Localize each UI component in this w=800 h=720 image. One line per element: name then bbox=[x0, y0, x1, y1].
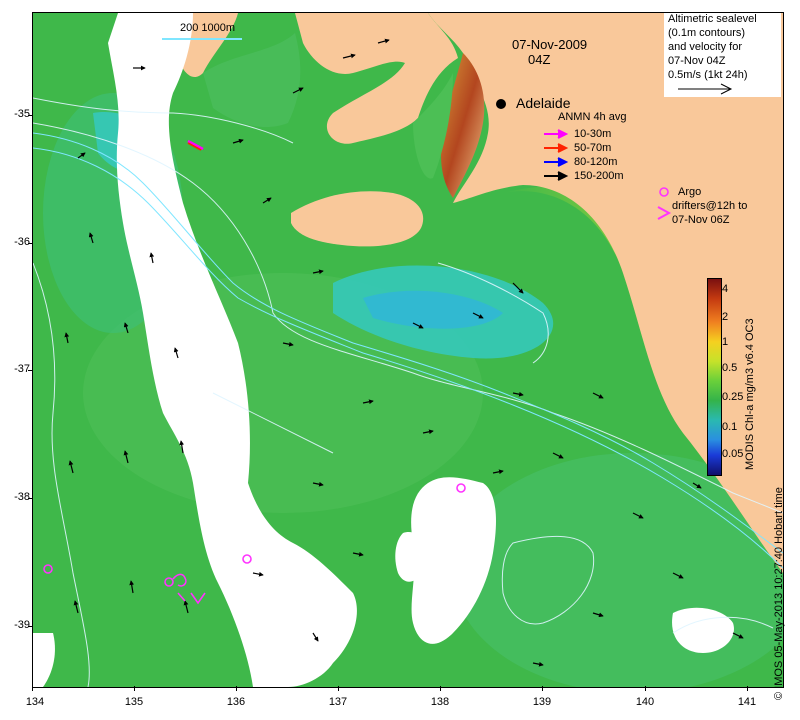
x-tick-mark bbox=[32, 686, 33, 691]
x-tick-label: 134 bbox=[25, 696, 45, 708]
x-tick-mark bbox=[747, 686, 748, 691]
argo-legend-symbols bbox=[657, 187, 672, 220]
bathymetry-scale-label: 200 1000m bbox=[180, 22, 236, 34]
colorbar bbox=[707, 278, 722, 476]
velocity-legend-line: (0.1m contours) bbox=[668, 27, 746, 39]
argo-legend-line: drifters@12h to bbox=[672, 200, 748, 212]
x-tick-label: 135 bbox=[124, 696, 144, 708]
map-canvas bbox=[33, 13, 783, 687]
colorbar-tick: 4 bbox=[722, 283, 729, 295]
y-tick-label: -35 bbox=[14, 108, 30, 120]
anmn-legend-item: 80-120m bbox=[574, 156, 618, 168]
colorbar-label: MODIS Chl-a mg/m3 v6.4 OC3 bbox=[744, 318, 756, 470]
y-tick-label: -36 bbox=[14, 236, 30, 248]
anmn-legend-title: ANMN 4h avg bbox=[558, 111, 627, 123]
y-tick-label: -37 bbox=[14, 363, 30, 375]
credit-text: © IMOS 05-May-2013 10:27:40 Hobart time bbox=[773, 487, 785, 700]
colorbar-tick: 0.1 bbox=[722, 421, 738, 433]
velocity-legend-line: and velocity for bbox=[668, 41, 742, 53]
x-tick-mark bbox=[542, 686, 543, 691]
colorbar-tick: 0.5 bbox=[722, 362, 738, 374]
x-tick-label: 138 bbox=[430, 696, 450, 708]
velocity-legend-line: 07-Nov 04Z bbox=[668, 55, 726, 67]
bathymetry-scale-line bbox=[162, 38, 242, 40]
velocity-scale-arrow bbox=[678, 83, 733, 95]
anmn-legend-arrows bbox=[544, 129, 569, 181]
colorbar-tick: 0.25 bbox=[722, 391, 744, 403]
velocity-legend-line: 0.5m/s (1kt 24h) bbox=[668, 69, 748, 81]
y-tick-label: -38 bbox=[14, 491, 30, 503]
x-tick-mark bbox=[134, 686, 135, 691]
map-area[interactable] bbox=[32, 12, 784, 688]
time-label: 04Z bbox=[528, 52, 551, 67]
velocity-legend-line: Altimetric sealevel bbox=[668, 13, 757, 25]
argo-legend-line: 07-Nov 06Z bbox=[672, 214, 730, 226]
x-tick-label: 140 bbox=[635, 696, 655, 708]
x-tick-mark bbox=[236, 686, 237, 691]
anmn-legend-item: 150-200m bbox=[574, 170, 624, 182]
x-tick-label: 136 bbox=[226, 696, 246, 708]
adelaide-marker bbox=[496, 99, 506, 109]
city-label-adelaide: Adelaide bbox=[516, 95, 571, 111]
colorbar-tick: 0.05 bbox=[722, 448, 744, 460]
x-tick-label: 141 bbox=[737, 696, 757, 708]
x-tick-mark bbox=[645, 686, 646, 691]
date-label: 07-Nov-2009 bbox=[512, 37, 588, 52]
colorbar-tick: 2 bbox=[722, 311, 729, 323]
x-tick-label: 137 bbox=[328, 696, 348, 708]
anmn-legend-item: 10-30m bbox=[574, 128, 612, 140]
y-tick-label: -39 bbox=[14, 619, 30, 631]
colorbar-tick: 1 bbox=[722, 336, 729, 348]
anmn-legend-item: 50-70m bbox=[574, 142, 612, 154]
argo-legend-line: Argo bbox=[678, 186, 702, 198]
x-tick-label: 139 bbox=[532, 696, 552, 708]
x-tick-mark bbox=[440, 686, 441, 691]
x-tick-mark bbox=[338, 686, 339, 691]
